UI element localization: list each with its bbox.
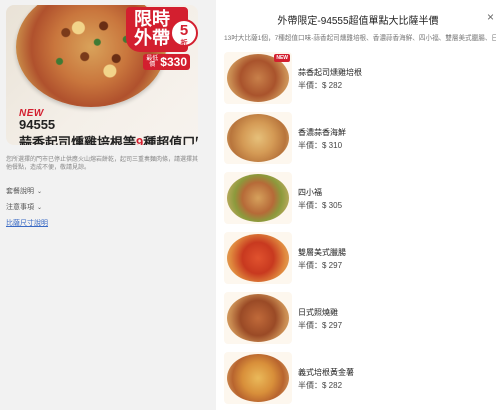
pizza-image bbox=[227, 354, 289, 402]
pizza-thumbnail bbox=[224, 232, 292, 284]
banner-title: 蒜香起司燻雞培根等9種超值口味 bbox=[19, 132, 198, 145]
pizza-thumbnail bbox=[224, 172, 292, 224]
menu-item[interactable]: 義式培根黃金薯 半價：$ 282 bbox=[224, 352, 496, 407]
item-price: 半價：$ 282 bbox=[298, 381, 343, 390]
chevron-down-icon: ⌄ bbox=[36, 205, 42, 211]
item-price: 半價：$ 310 bbox=[298, 141, 343, 150]
banner-code: 94555 bbox=[19, 117, 56, 132]
pizza-image bbox=[227, 294, 289, 342]
chevron-down-icon: ⌄ bbox=[36, 189, 42, 195]
pizza-thumbnail: NEW bbox=[224, 52, 292, 104]
menu-item[interactable]: 日式照燒雞 半價：$ 297 bbox=[224, 292, 496, 347]
pizza-image bbox=[227, 234, 289, 282]
notes-toggle[interactable]: 注意事項 ⌄ bbox=[6, 202, 42, 212]
menu-item[interactable]: NEW 蒜香起司燻雞培根 半價：$ 282 bbox=[224, 52, 496, 107]
price-tag-value: $330 bbox=[160, 55, 187, 69]
banner-title-post: 種超值口味 bbox=[143, 135, 198, 145]
item-name: 義式培根黃金薯 bbox=[298, 368, 354, 377]
pizza-image bbox=[227, 174, 289, 222]
discount-number: 5 bbox=[179, 22, 189, 39]
pizza-size-link[interactable]: 比薩尺寸說明 bbox=[6, 218, 48, 228]
item-name: 雙層美式臘腸 bbox=[298, 248, 346, 257]
item-price: 半價：$ 305 bbox=[298, 201, 343, 210]
price-tag-small: 最低價 bbox=[146, 56, 159, 68]
discount-badge: 5 折 bbox=[170, 19, 198, 47]
menu-item[interactable]: 雙層美式臘腸 半價：$ 297 bbox=[224, 232, 496, 287]
item-name: 日式照燒雞 bbox=[298, 308, 338, 317]
banner-title-pre: 蒜香起司燻雞培根等 bbox=[19, 135, 137, 145]
panel-subtitle: 13吋大比薩1個，7種超值口味-蒜香起司燻雞培根、香濃蒜香海鮮、四小福、雙層美式… bbox=[224, 35, 496, 42]
pizza-image bbox=[227, 114, 289, 162]
package-info-label: 套餐說明 bbox=[6, 188, 34, 195]
item-price: 半價：$ 297 bbox=[298, 321, 343, 330]
promo-banner: 限時外帶 5 折 最低價 $330 NEW 94555 蒜香起司燻雞培根等9種超… bbox=[6, 5, 198, 145]
panel-title: 外帶限定-94555超值單點大比薩半價 bbox=[277, 16, 439, 27]
price-tag: 最低價 $330 bbox=[143, 54, 190, 70]
pizza-thumbnail bbox=[224, 112, 292, 164]
item-name: 四小福 bbox=[298, 188, 322, 197]
menu-item[interactable]: 香濃蒜香海鮮 半價：$ 310 bbox=[224, 112, 496, 167]
item-name: 蒜香起司燻雞培根 bbox=[298, 68, 362, 77]
notice-text: 您所選擇的門市已停止供應火山熔岩餅乾，起司三重奏麵肉條，請選擇其他餐點，造成不便… bbox=[6, 157, 199, 171]
item-price: 半價：$ 297 bbox=[298, 261, 343, 270]
discount-unit: 折 bbox=[180, 40, 188, 47]
item-name: 香濃蒜香海鮮 bbox=[298, 128, 346, 137]
left-column: 限時外帶 5 折 最低價 $330 NEW 94555 蒜香起司燻雞培根等9種超… bbox=[0, 0, 208, 410]
menu-item[interactable]: 四小福 半價：$ 305 bbox=[224, 172, 496, 227]
package-info-toggle[interactable]: 套餐說明 ⌄ bbox=[6, 186, 42, 196]
item-price: 半價：$ 282 bbox=[298, 81, 343, 90]
pizza-thumbnail bbox=[224, 352, 292, 404]
menu-panel: 外帶限定-94555超值單點大比薩半價 × 13吋大比薩1個，7種超值口味-蒜香… bbox=[216, 0, 500, 410]
new-badge: NEW bbox=[274, 54, 290, 62]
notes-label: 注意事項 bbox=[6, 204, 34, 211]
close-icon[interactable]: × bbox=[487, 10, 494, 24]
pizza-thumbnail bbox=[224, 292, 292, 344]
